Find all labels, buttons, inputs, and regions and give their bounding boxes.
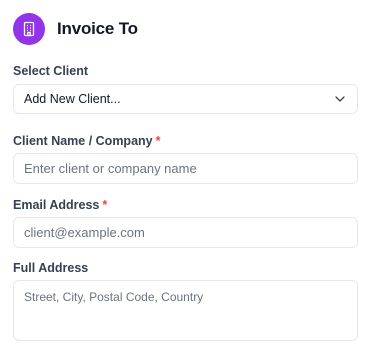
address-textarea[interactable] bbox=[13, 280, 358, 341]
client-name-label: Client Name / Company * bbox=[13, 134, 161, 148]
email-label: Email Address * bbox=[13, 198, 107, 212]
section-header: Invoice To bbox=[13, 13, 138, 45]
select-client-label: Select Client bbox=[13, 64, 89, 78]
email-input[interactable] bbox=[13, 217, 358, 248]
email-label-text: Email Address bbox=[13, 198, 100, 212]
address-label: Full Address bbox=[13, 261, 89, 275]
section-title: Invoice To bbox=[57, 19, 138, 38]
required-mark: * bbox=[155, 134, 161, 148]
client-name-label-text: Client Name / Company bbox=[13, 134, 153, 148]
required-mark: * bbox=[102, 198, 108, 212]
chevron-down-icon bbox=[333, 92, 347, 106]
client-select-value: Add New Client... bbox=[24, 92, 121, 106]
client-name-input[interactable] bbox=[13, 153, 358, 184]
client-select[interactable]: Add New Client... bbox=[13, 84, 358, 114]
building-icon bbox=[13, 13, 45, 45]
